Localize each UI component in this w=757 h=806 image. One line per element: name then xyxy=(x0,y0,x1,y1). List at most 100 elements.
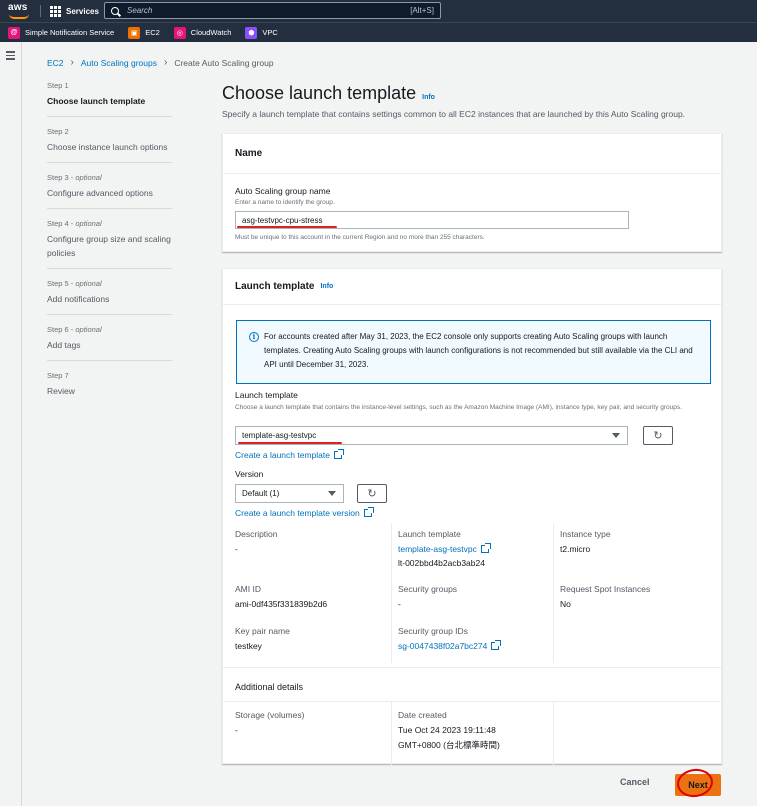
security-groups-value: - xyxy=(398,599,401,609)
link-text: sg-0047438f02a7bc274 xyxy=(398,641,488,651)
search-icon xyxy=(111,6,119,15)
external-link-icon xyxy=(363,507,374,517)
favorite-vpc[interactable]: ⬢ VPC xyxy=(245,26,278,39)
instance-type-label: Instance type xyxy=(560,529,611,539)
security-group-id-link[interactable]: sg-0047438f02a7bc274 xyxy=(398,640,502,651)
field-label: Version xyxy=(235,469,264,479)
launch-template-detail-link[interactable]: template-asg-testvpc xyxy=(398,543,491,554)
field-help: Choose a launch template that contains t… xyxy=(235,404,682,411)
side-nav-rail xyxy=(0,42,22,806)
step-number: Step 4 xyxy=(47,219,69,228)
grid-icon xyxy=(50,5,61,17)
name-card: Name Auto Scaling group name Enter a nam… xyxy=(222,133,722,252)
step-4[interactable]: Step 4 - optional Configure group size a… xyxy=(47,219,172,269)
info-icon: i xyxy=(249,332,259,342)
card-header: Launch template Info xyxy=(223,269,721,305)
step-3[interactable]: Step 3 - optional Configure advanced opt… xyxy=(47,173,172,209)
breadcrumb-ec2[interactable]: EC2 xyxy=(47,58,64,68)
card-header: Name xyxy=(223,134,721,174)
step-number: Step 7 xyxy=(47,371,69,380)
favorite-ec2[interactable]: ▣ EC2 xyxy=(128,26,160,39)
search-bar[interactable]: [Alt+S] xyxy=(104,2,441,19)
favorite-label: VPC xyxy=(262,28,278,37)
step-1[interactable]: Step 1 Choose launch template xyxy=(47,81,172,117)
launch-template-card: Launch template Info i For accounts crea… xyxy=(222,268,722,765)
storage-label: Storage (volumes) xyxy=(235,710,305,720)
caret-down-icon xyxy=(612,433,620,438)
favorite-label: CloudWatch xyxy=(190,28,232,37)
security-group-ids-label: Security group IDs xyxy=(398,626,468,636)
step-2[interactable]: Step 2 Choose instance launch options xyxy=(47,127,172,163)
storage-value: - xyxy=(235,725,238,735)
aws-logo-text: aws xyxy=(8,2,28,13)
version-select[interactable]: Default (1) xyxy=(235,484,344,503)
breadcrumb-current: Create Auto Scaling group xyxy=(174,57,274,68)
date-created-label: Date created xyxy=(398,710,447,720)
refresh-button[interactable]: ↻ xyxy=(357,484,387,503)
step-optional-tag: optional xyxy=(75,219,102,228)
step-number: Step 5 xyxy=(47,279,69,288)
refresh-button[interactable]: ↻ xyxy=(643,426,673,445)
step-label: Choose launch template xyxy=(47,96,146,106)
refresh-icon: ↻ xyxy=(653,430,663,442)
chevron-right-icon: › xyxy=(70,57,74,68)
launch-template-selected: template-asg-testvpc xyxy=(242,431,317,440)
refresh-icon: ↻ xyxy=(367,488,377,500)
step-label: Choose instance launch options xyxy=(47,142,168,152)
breadcrumb-auto-scaling-groups[interactable]: Auto Scaling groups xyxy=(81,58,157,68)
external-link-icon xyxy=(491,640,502,650)
info-link[interactable]: Info xyxy=(320,283,333,290)
launch-template-id: lt-002bbd4b2acb3ab24 xyxy=(398,558,485,568)
favorite-sns[interactable]: @ Simple Notification Service xyxy=(8,26,115,39)
field-label: Launch template xyxy=(235,390,298,400)
caret-down-icon xyxy=(328,491,336,496)
additional-details-header: Additional details xyxy=(235,682,304,692)
wizard-steps: Step 1 Choose launch template Step 2 Cho… xyxy=(47,81,172,416)
step-5[interactable]: Step 5 - optional Add notifications xyxy=(47,279,172,315)
create-launch-template-version-link[interactable]: Create a launch template version xyxy=(235,507,374,518)
ec2-icon: ▣ xyxy=(128,26,141,39)
step-6[interactable]: Step 6 - optional Add tags xyxy=(47,325,172,361)
step-7[interactable]: Step 7 Review xyxy=(47,371,172,406)
security-groups-label: Security groups xyxy=(398,584,458,594)
chevron-right-icon: › xyxy=(163,57,168,68)
description-value: - xyxy=(235,544,238,554)
services-menu-button[interactable]: Services xyxy=(50,4,99,18)
link-text: Create a launch template xyxy=(235,450,330,460)
favorite-cloudwatch[interactable]: ◎ CloudWatch xyxy=(173,26,232,39)
favorite-label: EC2 xyxy=(145,28,160,37)
favorite-label: Simple Notification Service xyxy=(25,28,115,37)
menu-icon[interactable] xyxy=(6,51,15,60)
favorites-bar: @ Simple Notification Service ▣ EC2 ◎ Cl… xyxy=(0,22,757,42)
aws-logo[interactable]: aws xyxy=(8,2,32,20)
step-label: Add tags xyxy=(47,340,81,350)
launch-template-label: Launch template xyxy=(398,529,461,539)
step-number: Step 6 xyxy=(47,325,69,334)
info-alert: i For accounts created after May 31, 202… xyxy=(236,320,711,384)
services-label: Services xyxy=(66,6,99,16)
cancel-button[interactable]: Cancel xyxy=(620,777,650,787)
ami-value: ami-0df435f331839b2d6 xyxy=(235,599,328,609)
step-optional-tag: optional xyxy=(75,325,102,334)
step-label: Add notifications xyxy=(47,294,110,304)
description-label: Description xyxy=(235,529,278,539)
search-shortcut-hint: [Alt+S] xyxy=(410,6,434,15)
keypair-label: Key pair name xyxy=(235,626,290,636)
search-input[interactable] xyxy=(127,6,387,15)
field-label: Auto Scaling group name xyxy=(235,186,331,196)
version-selected: Default (1) xyxy=(242,489,280,498)
cloudwatch-icon: ◎ xyxy=(173,26,186,39)
vpc-icon: ⬢ xyxy=(245,26,258,39)
asg-name-value: asg-testvpc-cpu-stress xyxy=(242,215,323,225)
step-number: Step 2 xyxy=(47,127,69,136)
info-link[interactable]: Info xyxy=(422,94,435,101)
step-optional-tag: optional xyxy=(75,173,102,182)
step-label: Configure advanced options xyxy=(47,188,153,198)
page-description: Specify a launch template that contains … xyxy=(222,109,686,119)
page-title: Choose launch template Info xyxy=(222,83,435,104)
create-launch-template-link[interactable]: Create a launch template xyxy=(235,449,344,460)
ami-label: AMI ID xyxy=(235,584,261,594)
alert-text: For accounts created after May 31, 2023,… xyxy=(264,332,693,369)
spot-label: Request Spot Instances xyxy=(560,584,651,594)
link-text: template-asg-testvpc xyxy=(398,544,477,554)
